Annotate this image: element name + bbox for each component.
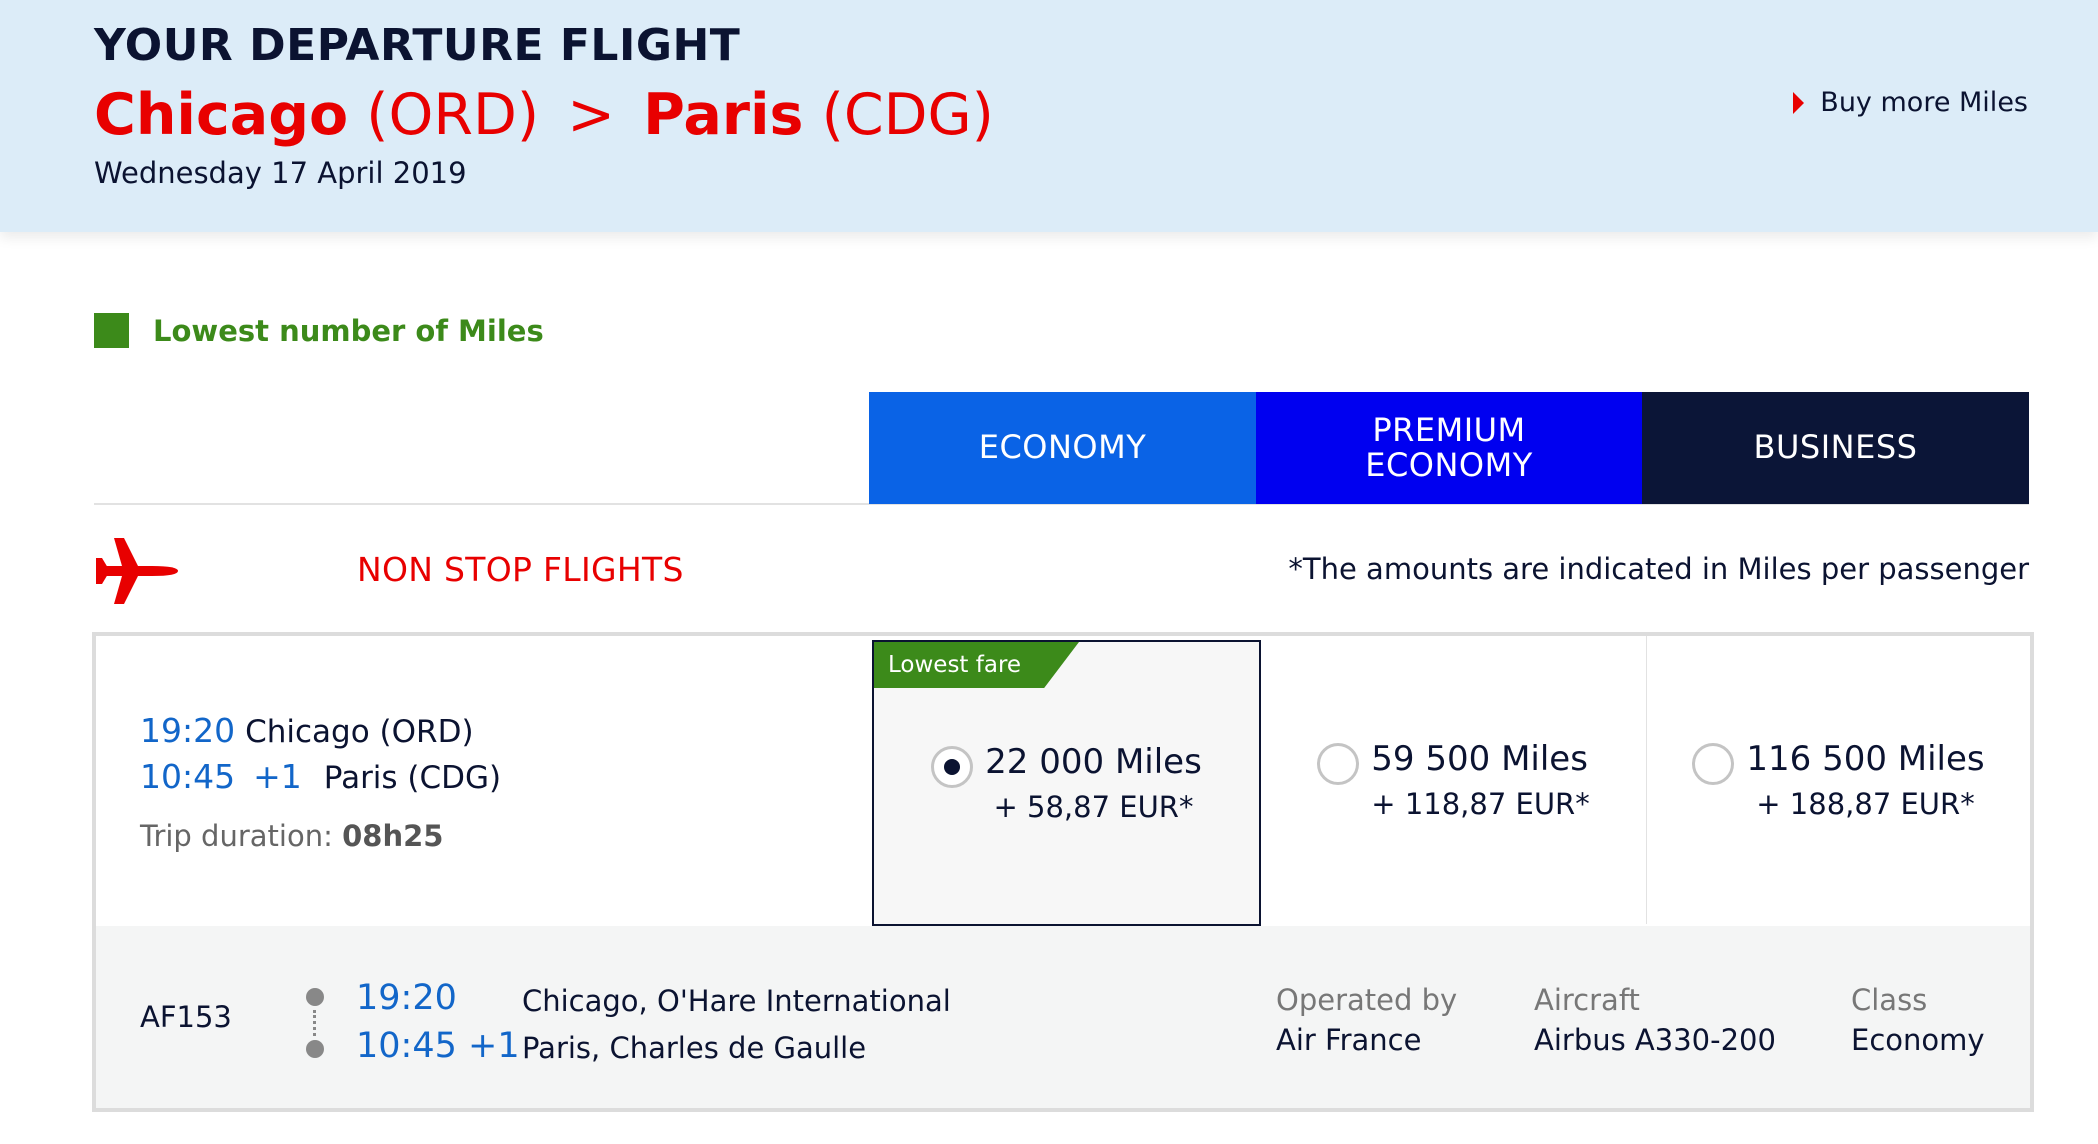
trip-duration-value: 08h25 [342,819,444,853]
class-value: Economy [1851,1023,1985,1057]
fare-premium-price: 59 500 Miles + 118,87 EUR* [1371,739,1589,821]
fare-premium-eur: + 118,87 EUR* [1371,787,1590,821]
legend: Lowest number of Miles [94,313,544,348]
segment-arrival-time: 10:45 +1 [356,1026,520,1066]
fare-business-eur: + 188,87 EUR* [1756,787,1975,821]
legend-label: Lowest number of Miles [153,313,544,348]
buy-more-miles-link[interactable]: Buy more Miles [1793,87,2028,118]
route-title: Chicago (ORD) > Paris (CDG) [94,82,994,148]
arrival-row: 10:45 +1 Paris (CDG) [140,757,501,803]
segment-arrival-airport: Paris, Charles de Gaulle [522,1031,867,1065]
flight-times: 19:20 Chicago (ORD) 10:45 +1 Paris (CDG)… [140,711,501,853]
tab-business[interactable]: BUSINESS [1642,392,2029,504]
aircraft: Aircraft Airbus A330-200 [1534,980,1776,1060]
segment-departure-time: 19:20 [356,978,457,1018]
fare-economy-content: 22 000 Miles + 58,87 EUR* [931,742,1202,824]
arrival-day-offset: +1 [253,757,302,796]
fare-business[interactable]: 116 500 Miles + 188,87 EUR* [1647,636,2030,924]
fare-economy-miles: 22 000 Miles [985,742,1202,782]
departure-row: 19:20 Chicago (ORD) [140,711,501,757]
tab-premium-economy-label: PREMIUM ECONOMY [1365,410,1533,484]
departure-city: Chicago (ORD) [245,714,474,750]
arrival-city: Paris (CDG) [323,760,502,796]
fare-business-price: 116 500 Miles + 188,87 EUR* [1746,739,1984,821]
departure-time: 19:20 [140,711,236,750]
flight-number: AF153 [140,1000,232,1034]
fare-economy[interactable]: Lowest fare 22 000 Miles + 58,87 EUR* [872,640,1261,926]
buy-more-miles-label: Buy more Miles [1820,87,2028,118]
fare-business-content: 116 500 Miles + 188,87 EUR* [1692,739,1985,821]
route-separator: > [567,82,616,148]
lowest-fare-badge: Lowest fare [874,642,1079,688]
fare-premium-content: 59 500 Miles + 118,87 EUR* [1317,739,1590,821]
fare-economy-eur: + 58,87 EUR* [993,790,1194,824]
operated-by-label: Operated by [1276,983,1458,1017]
flight-details: AF153 19:20 10:45 +1 Chicago, O'Hare Int… [96,926,2030,1108]
arrival-time: 10:45 [140,757,236,796]
trip-duration: Trip duration: 08h25 [140,819,501,853]
departure-date: Wednesday 17 April 2019 [94,156,467,190]
fare-business-miles: 116 500 Miles [1746,739,1985,779]
caret-right-icon [1793,91,1805,114]
segment-times: 19:20 10:45 +1 [356,974,520,1070]
trip-duration-label: Trip duration: [140,819,333,853]
destination-city: Paris [643,82,804,148]
aircraft-value: Airbus A330-200 [1534,1023,1776,1057]
operated-by: Operated by Air France [1276,980,1457,1060]
amounts-note: *The amounts are indicated in Miles per … [1288,552,2029,586]
fare-premium-miles: 59 500 Miles [1371,739,1588,779]
origin-city: Chicago [94,82,349,148]
tab-premium-economy[interactable]: PREMIUM ECONOMY [1256,392,1642,504]
segment-departure-airport: Chicago, O'Hare International [522,984,951,1018]
class-label: Class [1851,983,1928,1017]
non-stop-flights-heading: NON STOP FLIGHTS [357,550,684,589]
operated-by-value: Air France [1276,1023,1422,1057]
cabin-class: Class Economy [1851,980,1985,1060]
itinerary-dots-icon [306,988,324,1058]
flight-summary: 19:20 Chicago (ORD) 10:45 +1 Paris (CDG)… [96,636,2030,928]
fare-business-radio[interactable] [1692,743,1735,785]
fare-premium-radio[interactable] [1317,743,1360,785]
destination-code: (CDG) [821,82,994,148]
page-title: YOUR DEPARTURE FLIGHT [94,20,741,71]
fare-premium-economy[interactable]: 59 500 Miles + 118,87 EUR* [1261,636,1647,924]
cabin-tabs: ECONOMY PREMIUM ECONOMY BUSINESS [869,392,2029,504]
tab-economy[interactable]: ECONOMY [869,392,1256,504]
fare-economy-price: 22 000 Miles + 58,87 EUR* [985,742,1202,824]
origin-code: (ORD) [366,82,540,148]
flight-header: YOUR DEPARTURE FLIGHT Chicago (ORD) > Pa… [0,0,2098,232]
lowest-miles-swatch [94,313,129,348]
fare-economy-radio[interactable] [931,746,974,788]
segment-airports: Chicago, O'Hare International Paris, Cha… [522,978,951,1072]
airplane-icon [96,538,178,604]
flight-card: 19:20 Chicago (ORD) 10:45 +1 Paris (CDG)… [92,632,2034,1112]
aircraft-label: Aircraft [1534,983,1640,1017]
